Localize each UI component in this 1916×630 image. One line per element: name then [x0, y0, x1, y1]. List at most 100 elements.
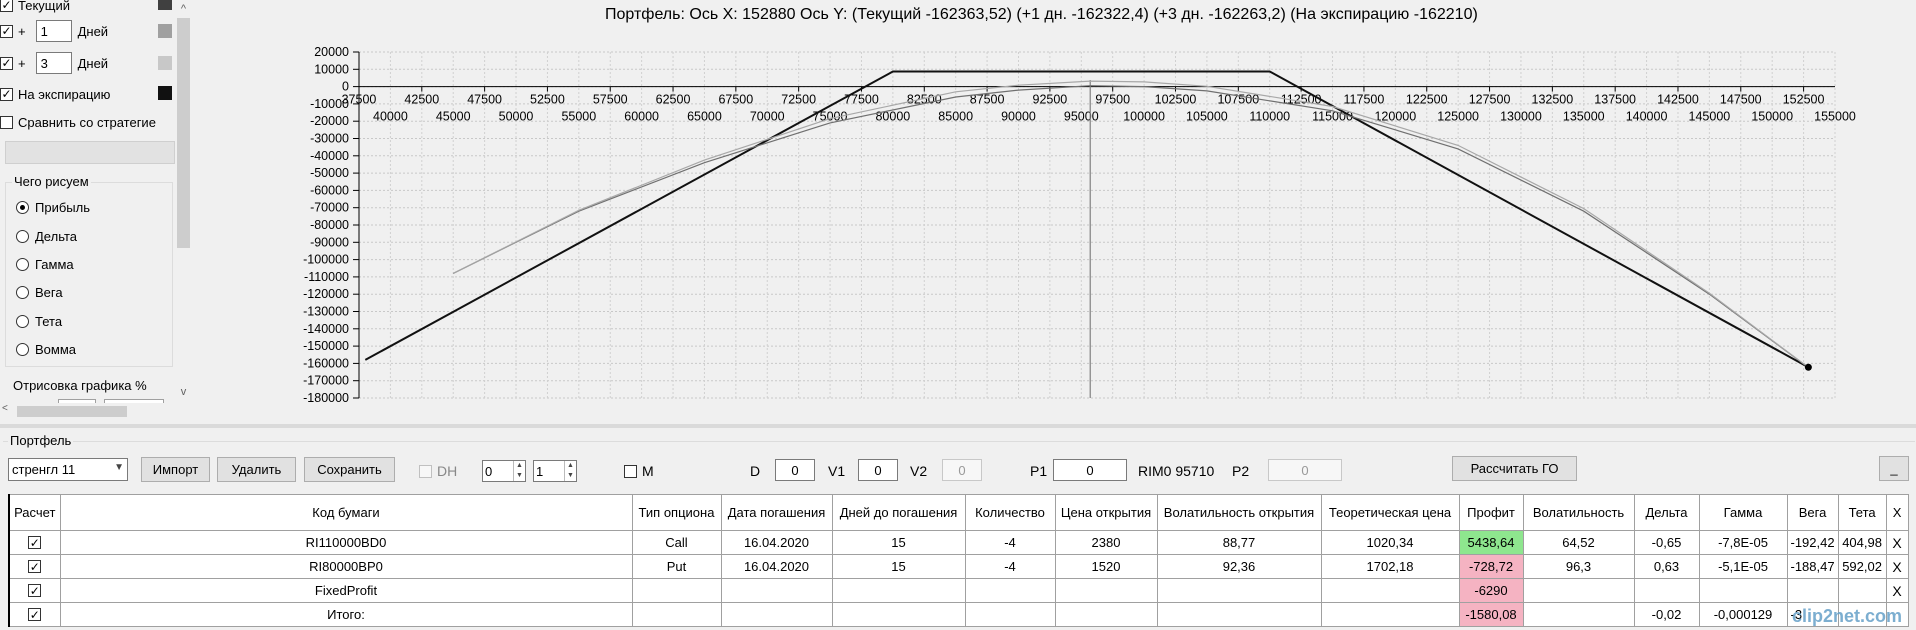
x-tick-label-lower: 80000 [875, 110, 910, 124]
remove-row-button[interactable]: X [1885, 530, 1909, 555]
col-header[interactable]: Профит [1458, 494, 1524, 531]
cell-open-vol: 92,36 [1156, 554, 1322, 579]
m-checkbox[interactable] [624, 465, 637, 478]
v2-input[interactable]: 0 [942, 459, 982, 481]
col-header[interactable]: Дельта [1633, 494, 1700, 531]
col-header[interactable]: X [1885, 494, 1909, 531]
col-header[interactable]: Волатильность открытия [1156, 494, 1322, 531]
strategy-select[interactable]: стренгл 11 ▼ [8, 458, 128, 481]
y-tick-label: -40000 [310, 149, 349, 163]
import-button[interactable]: Импорт [141, 457, 210, 482]
spin-arrows-icon[interactable]: ▲ ▼ [513, 461, 525, 481]
cell-delta: -0,02 [1633, 602, 1700, 627]
x-tick-label-upper: 92500 [1033, 93, 1068, 107]
table-row[interactable]: Итого:-1580,08-0,02-0,000129-3 [8, 602, 1909, 627]
minimize-button[interactable]: _ [1879, 456, 1909, 481]
p1-input[interactable]: 0 [1053, 459, 1127, 481]
p2-input[interactable]: 0 [1268, 459, 1342, 481]
spin-input-1[interactable]: 0 ▲ ▼ [482, 460, 526, 482]
spin-input-2[interactable]: 1 ▲ ▼ [533, 460, 577, 482]
row-calc-checkbox[interactable] [28, 584, 42, 597]
col-header[interactable]: Расчет [8, 494, 61, 531]
col-header[interactable]: Цена открытия [1054, 494, 1158, 531]
x-tick-label-lower: 60000 [624, 110, 659, 124]
cell-delta: 0,63 [1633, 554, 1700, 579]
x-tick-label-lower: 135000 [1563, 110, 1605, 124]
remove-row-button[interactable]: X [1885, 578, 1909, 603]
row-calc-cell[interactable] [8, 602, 61, 627]
table-row[interactable]: RI110000BD0Call16.04.202015-4238088,7710… [8, 530, 1909, 555]
cell-vol [1522, 578, 1635, 603]
delete-button[interactable]: Удалить [217, 457, 296, 482]
cell-theta: 404,98 [1837, 530, 1887, 555]
row-calc-checkbox[interactable] [28, 608, 42, 621]
x-tick-label-lower: 65000 [687, 110, 722, 124]
col-header[interactable]: Количество [964, 494, 1056, 531]
cell-days: 15 [831, 530, 966, 555]
x-tick-label-lower: 90000 [1001, 110, 1036, 124]
col-header[interactable]: Теоретическая цена [1320, 494, 1460, 531]
col-header[interactable]: Дата погашения [720, 494, 833, 531]
m-label: M [642, 463, 654, 479]
x-tick-label-lower: 105000 [1186, 110, 1228, 124]
y-tick-label: -160000 [303, 356, 349, 370]
dh-checkbox[interactable] [419, 465, 432, 478]
x-tick-label-lower: 40000 [373, 110, 408, 124]
x-tick-label-upper: 122500 [1406, 93, 1448, 107]
portfolio-group-title: Портфель [8, 433, 74, 448]
x-tick-label-lower: 100000 [1123, 110, 1165, 124]
row-calc-checkbox[interactable] [28, 536, 42, 549]
remove-row-button[interactable]: X [1885, 554, 1909, 579]
y-tick-label: -170000 [303, 374, 349, 388]
y-tick-label: -60000 [310, 183, 349, 197]
d-input[interactable]: 0 [775, 459, 815, 481]
table-row[interactable]: RI80000BP0Put16.04.202015-4152092,361702… [8, 554, 1909, 579]
cell-type: Call [631, 530, 722, 555]
col-header[interactable]: Тип опциона [631, 494, 722, 531]
cell-code: RI80000BP0 [59, 554, 633, 579]
positions-table: Расчет Код бумаги Тип опциона Дата погаш… [8, 494, 1909, 627]
col-header[interactable]: Вега [1786, 494, 1839, 531]
cell-open-vol: 88,77 [1156, 530, 1322, 555]
cell-theta [1837, 578, 1887, 603]
col-header[interactable]: Дней до погашения [831, 494, 966, 531]
v1-input[interactable]: 0 [858, 459, 898, 481]
y-tick-label: -70000 [310, 201, 349, 215]
x-tick-label-upper: 42500 [404, 93, 439, 107]
row-calc-cell[interactable] [8, 578, 61, 603]
cell-theta: 592,02 [1837, 554, 1887, 579]
table-row[interactable]: FixedProfit -6290 X [8, 578, 1909, 603]
cell-vol: 64,52 [1522, 530, 1635, 555]
y-tick-label: -90000 [310, 235, 349, 249]
col-header[interactable]: Код бумаги [59, 494, 633, 531]
cell-vol [1522, 602, 1635, 627]
x-tick-label-lower: 145000 [1689, 110, 1731, 124]
p1-label: P1 [1030, 463, 1048, 479]
ticker-info: RIM0 95710 [1138, 463, 1215, 479]
spin-input-1-value: 0 [485, 463, 493, 479]
calculate-go-button[interactable]: Рассчитать ГО [1452, 456, 1577, 481]
x-tick-label-upper: 132500 [1532, 93, 1574, 107]
y-tick-label: 20000 [314, 45, 349, 59]
cell-open-price: 2380 [1054, 530, 1158, 555]
cell-profit: -1580,08 [1458, 602, 1524, 627]
x-tick-label-lower: 55000 [561, 110, 596, 124]
cell-date [720, 602, 833, 627]
x-tick-label-upper: 147500 [1720, 93, 1762, 107]
d-label: D [750, 463, 761, 479]
cell-profit: -6290 [1458, 578, 1524, 603]
save-button[interactable]: Сохранить [304, 457, 395, 482]
cell-code: Итого: [59, 602, 633, 627]
cell-open-price [1054, 602, 1158, 627]
cell-vol: 96,3 [1522, 554, 1635, 579]
x-tick-label-upper: 37500 [342, 93, 377, 107]
panel-splitter[interactable] [0, 424, 1916, 428]
y-tick-label: -100000 [303, 253, 349, 267]
row-calc-checkbox[interactable] [28, 560, 42, 573]
col-header[interactable]: Тета [1837, 494, 1887, 531]
col-header[interactable]: Волатильность [1522, 494, 1635, 531]
spin-arrows-icon[interactable]: ▲ ▼ [564, 461, 576, 481]
col-header[interactable]: Гамма [1698, 494, 1788, 531]
row-calc-cell[interactable] [8, 554, 61, 579]
row-calc-cell[interactable] [8, 530, 61, 555]
